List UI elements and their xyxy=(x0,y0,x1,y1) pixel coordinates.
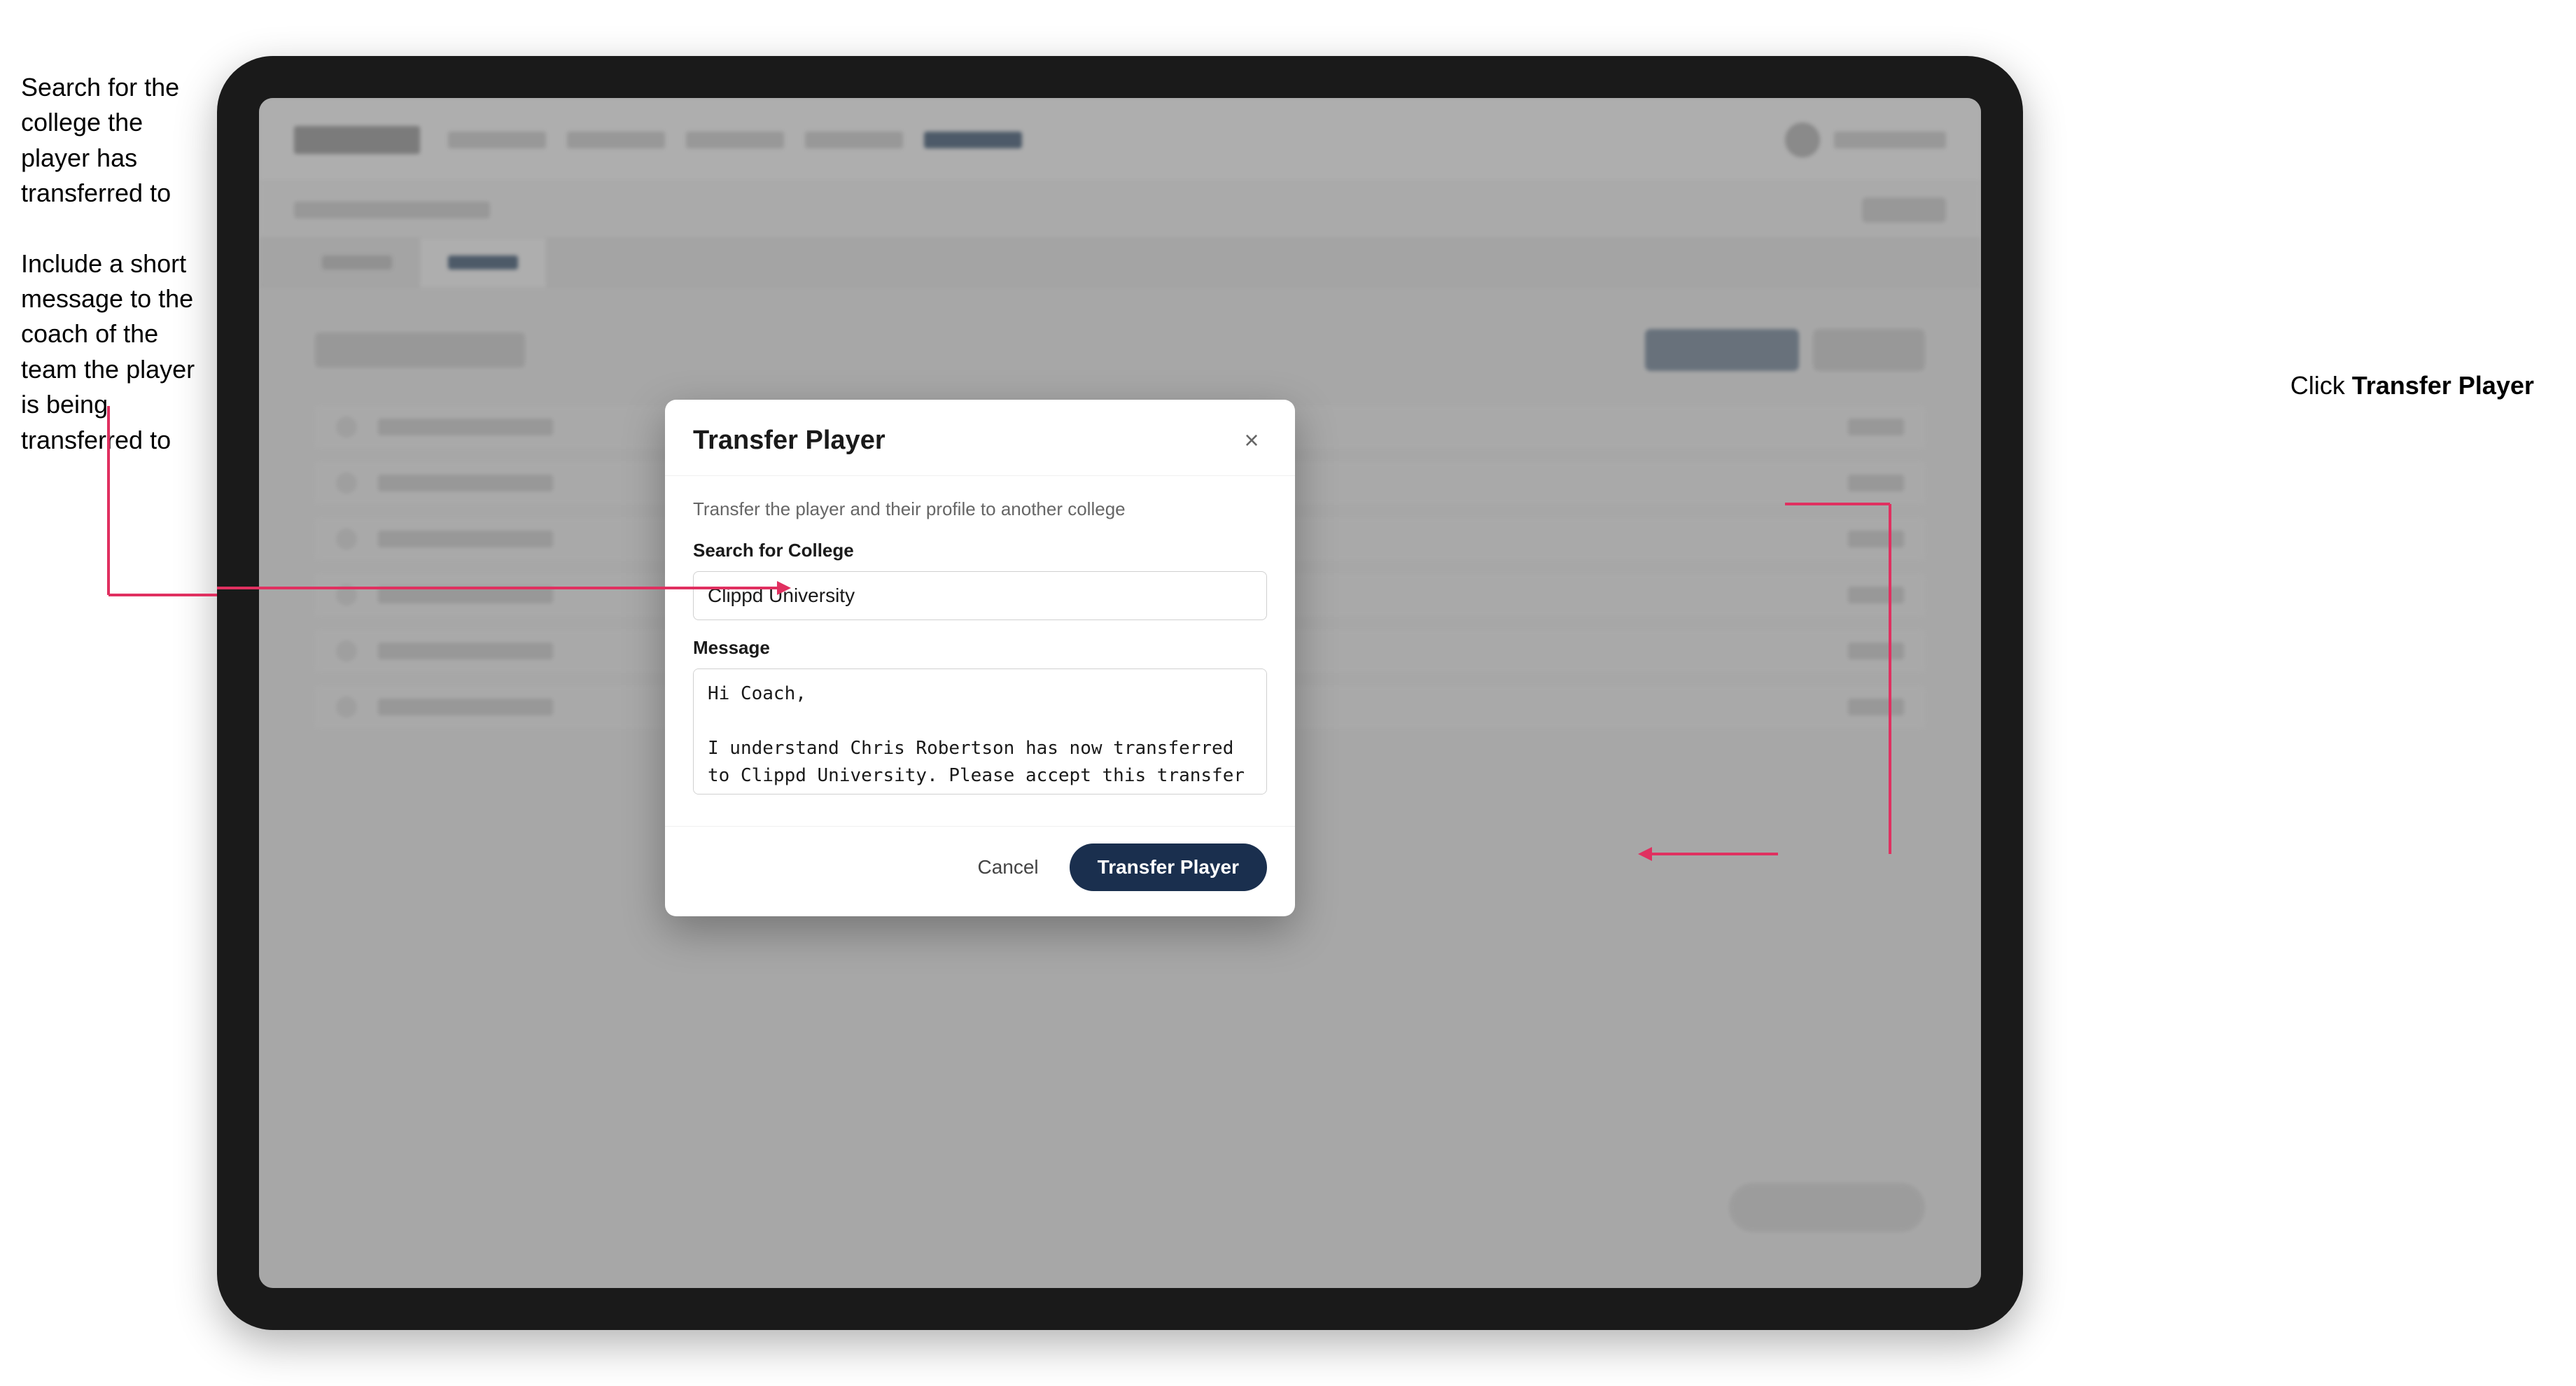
modal-close-button[interactable]: × xyxy=(1236,425,1267,456)
search-college-input[interactable] xyxy=(693,571,1267,620)
modal-body: Transfer the player and their profile to… xyxy=(665,476,1295,826)
annotation-right-bold: Transfer Player xyxy=(2352,371,2534,400)
annotation-left: Search for the college the player has tr… xyxy=(21,70,210,458)
tablet-screen: Transfer Player × Transfer the player an… xyxy=(259,98,1981,1288)
modal-footer: Cancel Transfer Player xyxy=(665,826,1295,916)
modal-subtitle: Transfer the player and their profile to… xyxy=(693,498,1267,520)
message-label: Message xyxy=(693,637,1267,659)
search-college-label: Search for College xyxy=(693,540,1267,561)
modal-overlay: Transfer Player × Transfer the player an… xyxy=(259,98,1981,1288)
annotation-message-text: Include a short message to the coach of … xyxy=(21,246,210,458)
cancel-button[interactable]: Cancel xyxy=(963,848,1052,887)
transfer-player-button[interactable]: Transfer Player xyxy=(1070,844,1267,891)
annotation-search-text: Search for the college the player has tr… xyxy=(21,70,210,211)
annotation-right: Click Transfer Player xyxy=(2290,371,2534,400)
message-textarea[interactable] xyxy=(693,668,1267,794)
annotation-right-prefix: Click xyxy=(2290,371,2352,400)
modal-title: Transfer Player xyxy=(693,426,886,456)
modal-dialog: Transfer Player × Transfer the player an… xyxy=(665,400,1295,916)
tablet-frame: Transfer Player × Transfer the player an… xyxy=(217,56,2023,1330)
modal-header: Transfer Player × xyxy=(665,400,1295,476)
